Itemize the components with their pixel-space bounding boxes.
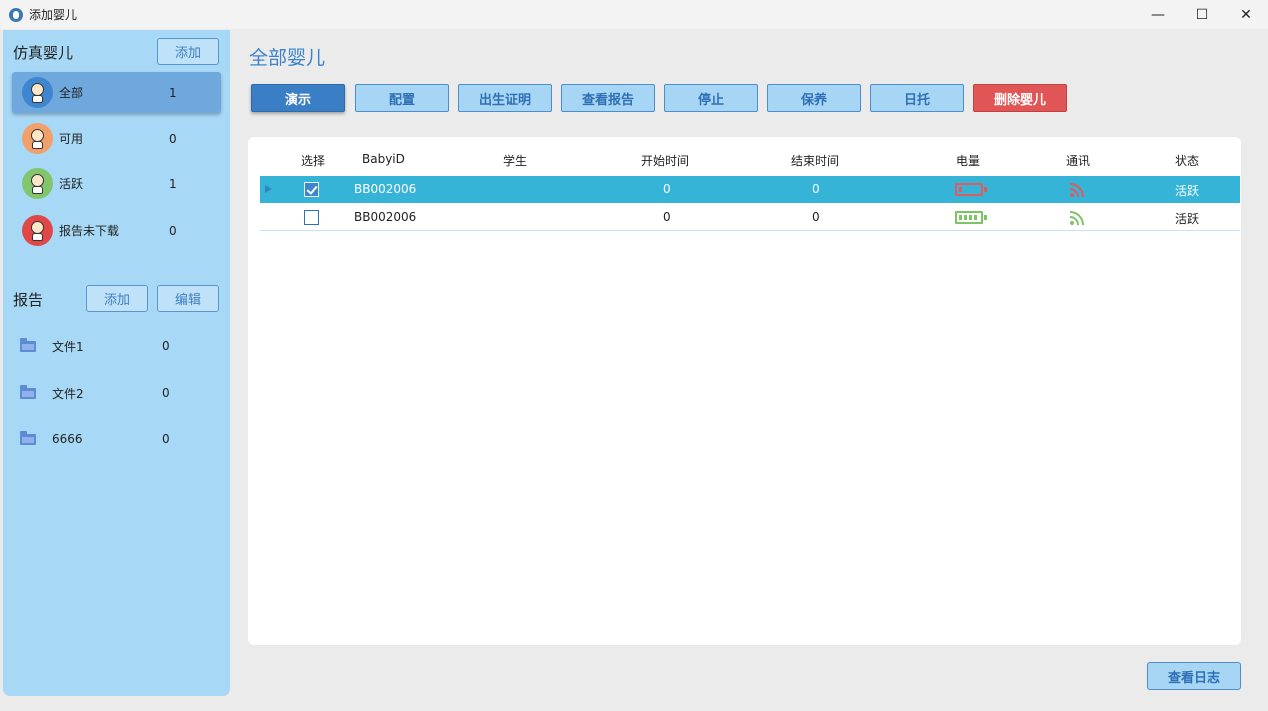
- app-logo-icon: [9, 7, 23, 22]
- baby-group-label: 报告未下载: [59, 224, 120, 238]
- column-header-status[interactable]: 状态: [1175, 152, 1199, 169]
- baby-group-label: 全部: [59, 86, 84, 100]
- report-folder-label: 文件1: [52, 339, 84, 354]
- maximize-button[interactable]: ☐: [1180, 0, 1224, 29]
- battery-low-icon: [955, 183, 987, 196]
- configure-button[interactable]: 配置: [355, 84, 449, 112]
- cell-babyid: BB002006: [354, 210, 417, 224]
- table-row[interactable]: BB002006 0 0 活跃: [260, 204, 1240, 231]
- table-header: 选择 BabyiD 学生 开始时间 结束时间 电量 通讯 状态: [260, 145, 1240, 173]
- edit-report-button[interactable]: 编辑: [157, 285, 219, 312]
- row-indicator-icon: [265, 185, 272, 193]
- cell-start-time: 0: [663, 182, 671, 196]
- babies-section-title: 仿真婴儿: [13, 44, 74, 62]
- cell-end-time: 0: [812, 182, 820, 196]
- folder-icon: [20, 384, 36, 399]
- signal-red-icon: [1069, 183, 1084, 198]
- row-select-checkbox[interactable]: [304, 210, 319, 225]
- cell-end-time: 0: [812, 210, 820, 224]
- table-row[interactable]: BB002006 0 0 活跃: [260, 176, 1240, 203]
- add-report-button[interactable]: 添加: [86, 285, 148, 312]
- battery-full-icon: [955, 211, 987, 224]
- cell-status: 活跃: [1175, 184, 1200, 198]
- report-folder-count: 0: [162, 432, 170, 446]
- column-header-battery[interactable]: 电量: [956, 152, 980, 169]
- stop-button[interactable]: 停止: [664, 84, 758, 112]
- report-folder-item[interactable]: 文件1 0: [20, 334, 220, 358]
- column-header-select[interactable]: 选择: [301, 152, 325, 169]
- baby-group-count: 1: [169, 85, 177, 100]
- close-button[interactable]: ✕: [1224, 0, 1268, 29]
- row-select-checkbox[interactable]: [304, 182, 319, 197]
- baby-group-label: 可用: [59, 132, 84, 146]
- window-title: 添加婴儿: [29, 8, 78, 22]
- column-header-comm[interactable]: 通讯: [1066, 152, 1090, 169]
- column-header-student[interactable]: 学生: [503, 152, 527, 169]
- view-log-button[interactable]: 查看日志: [1147, 662, 1241, 690]
- baby-avatar-icon: [22, 123, 53, 154]
- column-header-end-time[interactable]: 结束时间: [791, 152, 839, 169]
- column-header-start-time[interactable]: 开始时间: [641, 152, 689, 169]
- column-header-babyid[interactable]: BabyiD: [362, 152, 405, 166]
- window-controls: — ☐ ✕: [1136, 0, 1268, 29]
- report-folder-count: 0: [162, 339, 170, 353]
- baby-group-all[interactable]: 全部 1: [12, 72, 221, 113]
- reports-section-title: 报告: [13, 291, 44, 309]
- baby-group-count: 0: [169, 131, 177, 146]
- baby-group-label: 活跃: [59, 177, 84, 191]
- baby-group-count: 1: [169, 176, 177, 191]
- report-folder-label: 6666: [52, 432, 83, 446]
- baby-group-available[interactable]: 可用 0: [12, 118, 221, 159]
- view-report-button[interactable]: 查看报告: [561, 84, 655, 112]
- sidebar: 仿真婴儿 添加 全部 1 可用 0 活跃 1 报告未下载 0 报告 添加 编辑 …: [3, 30, 230, 696]
- signal-green-icon: [1069, 211, 1084, 226]
- baby-avatar-icon: [22, 215, 53, 246]
- report-folder-item[interactable]: 文件2 0: [20, 381, 220, 405]
- baby-avatar-icon: [22, 77, 53, 108]
- daycare-button[interactable]: 日托: [870, 84, 964, 112]
- demo-button[interactable]: 演示: [251, 84, 345, 112]
- title-bar: 添加婴儿 — ☐ ✕: [0, 0, 1268, 29]
- cell-babyid: BB002006: [354, 182, 417, 196]
- baby-table: 选择 BabyiD 学生 开始时间 结束时间 电量 通讯 状态 BB002006…: [248, 137, 1241, 645]
- page-title: 全部婴儿: [249, 47, 326, 69]
- report-folder-count: 0: [162, 386, 170, 400]
- baby-group-report-not-downloaded[interactable]: 报告未下载 0: [12, 210, 221, 251]
- cell-start-time: 0: [663, 210, 671, 224]
- cell-status: 活跃: [1175, 212, 1200, 226]
- delete-baby-button[interactable]: 删除婴儿: [973, 84, 1067, 112]
- birth-certificate-button[interactable]: 出生证明: [458, 84, 552, 112]
- report-folder-item[interactable]: 6666 0: [20, 427, 220, 451]
- minimize-button[interactable]: —: [1136, 0, 1180, 29]
- baby-group-active[interactable]: 活跃 1: [12, 163, 221, 204]
- folder-icon: [20, 337, 36, 352]
- baby-group-count: 0: [169, 223, 177, 238]
- add-baby-button[interactable]: 添加: [157, 38, 219, 65]
- report-folder-label: 文件2: [52, 386, 84, 401]
- maintenance-button[interactable]: 保养: [767, 84, 861, 112]
- baby-avatar-icon: [22, 168, 53, 199]
- folder-icon: [20, 430, 36, 445]
